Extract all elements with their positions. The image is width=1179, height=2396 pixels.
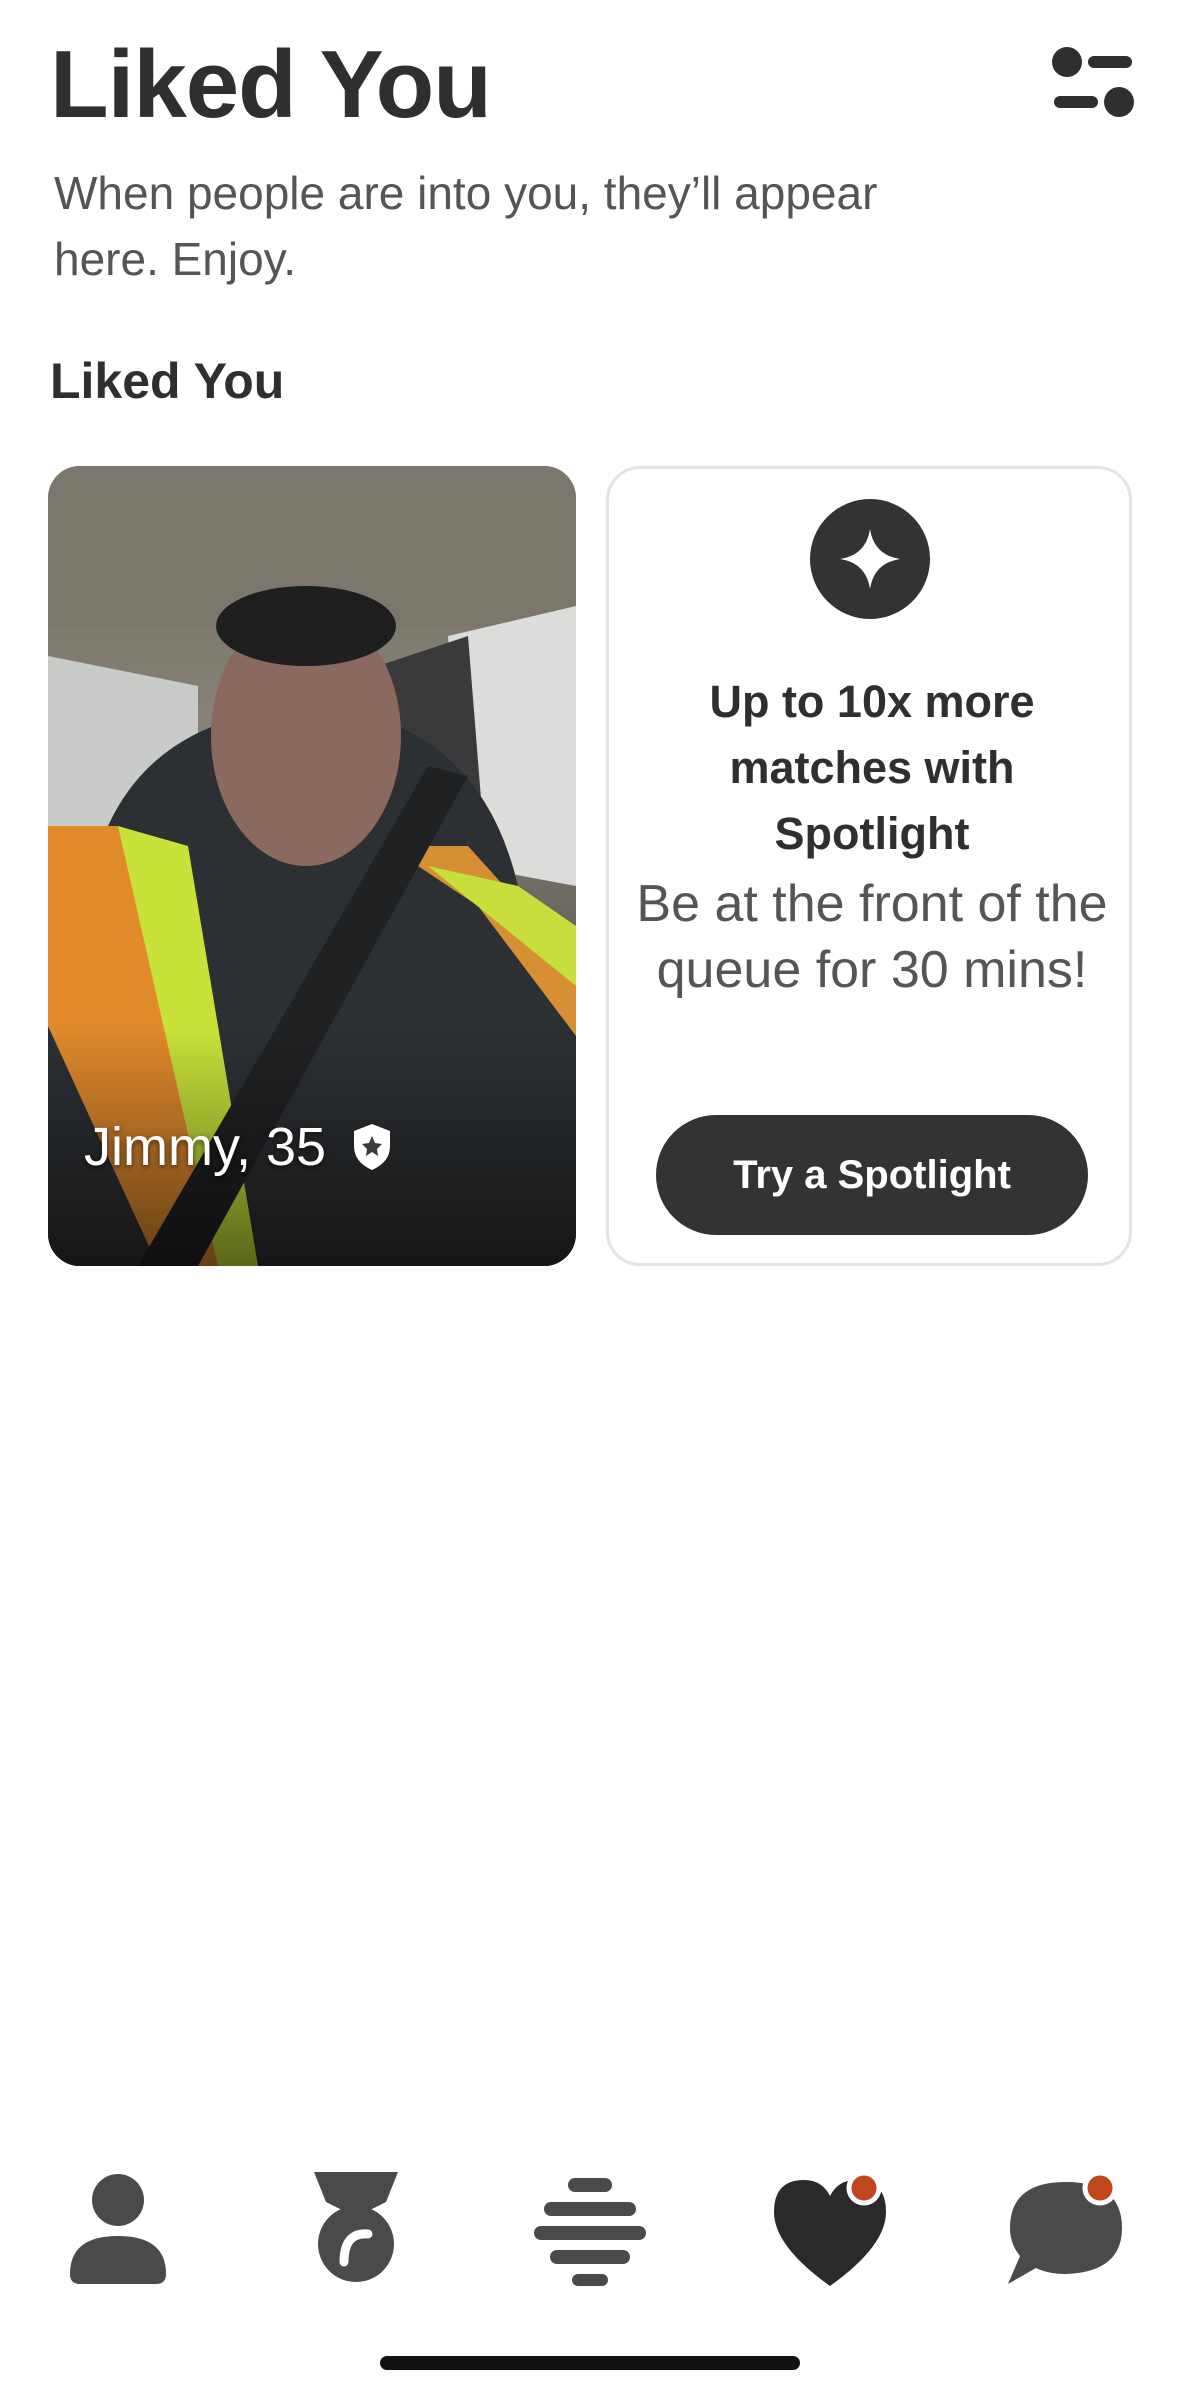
chats-notification-dot bbox=[1082, 2170, 1118, 2206]
profile-caption: Jimmy, 35 bbox=[84, 1116, 394, 1178]
tab-chats[interactable] bbox=[996, 2162, 1136, 2292]
tab-people[interactable] bbox=[520, 2162, 660, 2292]
page-title: Liked You bbox=[50, 31, 492, 138]
section-heading: Liked You bbox=[50, 353, 285, 409]
tab-profile[interactable] bbox=[48, 2162, 188, 2292]
stacked-lines-icon bbox=[534, 2178, 646, 2286]
filter-settings-icon bbox=[1052, 47, 1134, 117]
spotlight-promo-card: Up to 10x more matches with Spotlight Be… bbox=[606, 466, 1132, 1266]
try-spotlight-button[interactable]: Try a Spotlight bbox=[656, 1115, 1088, 1235]
tab-liked-you[interactable] bbox=[760, 2162, 900, 2292]
verified-badge-icon bbox=[354, 1124, 391, 1170]
home-indicator bbox=[380, 2356, 800, 2370]
spotlight-description: Be at the front of the queue for 30 mins… bbox=[636, 875, 1108, 999]
liked-profile-card[interactable]: Jimmy, 35 bbox=[48, 466, 576, 1266]
medal-icon bbox=[314, 2172, 398, 2282]
liked-you-notification-dot bbox=[846, 2170, 882, 2206]
chat-bubble-icon bbox=[1008, 2170, 1122, 2284]
spotlight-title: Up to 10x more matches with Spotlight bbox=[709, 676, 1035, 859]
heart-icon bbox=[774, 2170, 886, 2286]
spotlight-sparkle-icon bbox=[810, 499, 930, 619]
page-subtitle: When people are into you, they’ll appear… bbox=[54, 167, 878, 285]
person-icon bbox=[70, 2174, 166, 2284]
tab-discover[interactable] bbox=[286, 2162, 426, 2292]
profile-name-age: Jimmy, 35 bbox=[84, 1117, 327, 1177]
filter-settings-button[interactable] bbox=[1050, 44, 1136, 120]
bottom-tab-bar bbox=[0, 2150, 1179, 2310]
